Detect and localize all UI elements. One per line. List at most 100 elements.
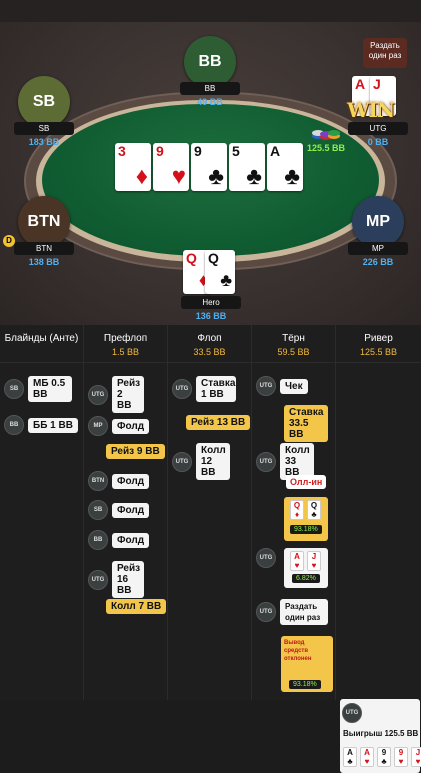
- action-item: SB МБ 0.5 BB: [4, 376, 72, 402]
- board-card: 9 ♣: [191, 143, 227, 191]
- position-badge: UTG: [88, 569, 108, 590]
- seat-name: BB: [180, 82, 240, 95]
- position-badge: MP: [88, 416, 108, 436]
- seat-stack: 0 BB: [367, 137, 389, 147]
- action-label: Чек: [280, 378, 308, 394]
- board-card: 3 ♦: [115, 143, 151, 191]
- position-badge: SB: [4, 379, 24, 399]
- seat-mp: MP MP 226 BB: [348, 196, 408, 267]
- all-in-badge: Олл-ин: [286, 475, 327, 489]
- mini-card: Q ♦: [290, 500, 304, 520]
- seat-name: MP: [348, 242, 408, 255]
- seat-sb: SB SB 183 BB: [14, 76, 74, 147]
- seat-name: SB: [14, 122, 74, 135]
- hero-result-box: Вывод средств отклонен 93.18%: [281, 636, 333, 692]
- run-it-once-button[interactable]: Раздать один раз: [363, 38, 407, 68]
- seat-name: Hero: [181, 296, 241, 309]
- column-title: Тёрн: [282, 333, 305, 344]
- hero-equity-box: Q ♦ Q ♣ 93.18%: [284, 497, 328, 541]
- poker-table-area: BB BB 49 BB SB SB 183 BB BTN BTN 138 BB …: [0, 0, 421, 325]
- river-win-box: UTG Выигрыш 125.5 BB A ♣ A ♥ 9 ♣ 9 ♥ J ♥: [340, 699, 421, 773]
- hero-action: Ставка 33.5 BB: [284, 405, 328, 442]
- board-card: 5 ♣: [229, 143, 265, 191]
- seat-bb: BB BB 49 BB: [180, 36, 240, 107]
- action-label: Рейз 16 BB: [112, 561, 144, 598]
- board-card: 9 ♥: [153, 143, 189, 191]
- action-label: Фолд: [112, 502, 150, 518]
- position-badge: UTG: [88, 384, 108, 405]
- position-badge: UTG: [172, 451, 192, 472]
- hero-action: Рейз 9 BB: [106, 444, 165, 459]
- withdraw-message: Вывод средств отклонен: [284, 640, 312, 662]
- hero-card: Q ♣: [205, 250, 235, 294]
- avatar: BTN: [18, 196, 70, 248]
- win-amount: Выигрыш 125.5 BB: [343, 729, 419, 738]
- action-item: BTN Фолд: [88, 471, 150, 491]
- seat-stack: 136 BB: [195, 311, 227, 321]
- seat-stack: 183 BB: [28, 137, 60, 147]
- column-title: Префлоп: [103, 333, 148, 344]
- column-pot: [0, 347, 83, 363]
- column-pot: 1.5 BB: [84, 347, 167, 363]
- hand-history: Блайнды (Анте) Префлоп 1.5 BB Флоп 33.5 …: [0, 325, 421, 773]
- board-card: A ♣: [267, 143, 303, 191]
- action-item: SB Фолд: [88, 500, 150, 520]
- action-item: UTG Колл 12 BB: [172, 443, 230, 480]
- hero-action: Колл 7 BB: [106, 599, 167, 614]
- column-pot: 125.5 BB: [336, 347, 421, 363]
- position-badge: UTG: [256, 548, 276, 568]
- position-badge: UTG: [256, 602, 276, 622]
- action-label: Фолд: [112, 418, 150, 434]
- position-badge: SB: [88, 500, 108, 520]
- avatar: MP: [352, 196, 404, 248]
- action-label: Рейз 2 BB: [112, 376, 144, 413]
- action-item: UTG Ставка 1 BB: [172, 376, 236, 402]
- position-badge: UTG: [256, 451, 276, 472]
- equity-label: 93.18%: [289, 680, 321, 689]
- column-river: Ривер 125.5 BB: [336, 325, 421, 700]
- column-title: Ривер: [364, 333, 393, 344]
- action-label: МБ 0.5 BB: [28, 376, 72, 402]
- pot-amount: 125.5 BB: [307, 143, 346, 153]
- top-bar: [0, 0, 421, 22]
- equity-label: 93.18%: [290, 525, 322, 534]
- seat-stack: 138 BB: [28, 257, 60, 267]
- seat-btn: BTN BTN 138 BB: [14, 196, 74, 267]
- position-badge: UTG: [342, 703, 362, 723]
- action-label: Фолд: [112, 473, 150, 489]
- seat-name: BTN: [14, 242, 74, 255]
- column-title: Блайнды (Анте): [4, 333, 79, 344]
- position-badge: UTG: [172, 379, 192, 399]
- action-item: UTG Рейз 2 BB: [88, 376, 144, 413]
- seat-stack: 226 BB: [362, 257, 394, 267]
- mini-card: J ♥: [411, 747, 421, 767]
- action-label: Фолд: [112, 532, 150, 548]
- mini-card: A ♣: [343, 747, 357, 767]
- action-item: BB ББ 1 BB: [4, 415, 78, 435]
- mini-card: J ♥: [307, 551, 321, 571]
- action-label: Колл 12 BB: [196, 443, 230, 480]
- mini-card: Q ♣: [307, 500, 321, 520]
- action-item: UTG Рейз 16 BB: [88, 561, 144, 598]
- mini-card: 9 ♥: [394, 747, 408, 767]
- position-badge: BTN: [88, 471, 108, 491]
- position-badge: UTG: [256, 376, 276, 396]
- chips-icon: [312, 130, 340, 140]
- card-rank: A: [355, 76, 366, 92]
- avatar: SB: [18, 76, 70, 128]
- seat-hero: Q ♦ Q ♣ Hero 136 BB: [181, 250, 241, 321]
- utg-equity-box: A ♥ J ♥ 6.82%: [284, 548, 328, 588]
- win-banner: WIN: [347, 98, 395, 122]
- mini-card: 9 ♣: [377, 747, 391, 767]
- winning-hand: A ♣ A ♥ 9 ♣ 9 ♥ J ♥: [343, 747, 421, 767]
- position-badge: BB: [88, 530, 108, 550]
- action-label: ББ 1 BB: [28, 417, 78, 433]
- action-item: UTG: [256, 548, 276, 568]
- position-badge: BB: [4, 415, 24, 435]
- mini-card: A ♥: [360, 747, 374, 767]
- equity-label: 6.82%: [292, 574, 320, 583]
- action-item: UTG Раздать один раз: [256, 599, 328, 625]
- action-item: BB Фолд: [88, 530, 150, 550]
- action-item: MP Фолд: [88, 416, 150, 436]
- avatar: BB: [184, 36, 236, 88]
